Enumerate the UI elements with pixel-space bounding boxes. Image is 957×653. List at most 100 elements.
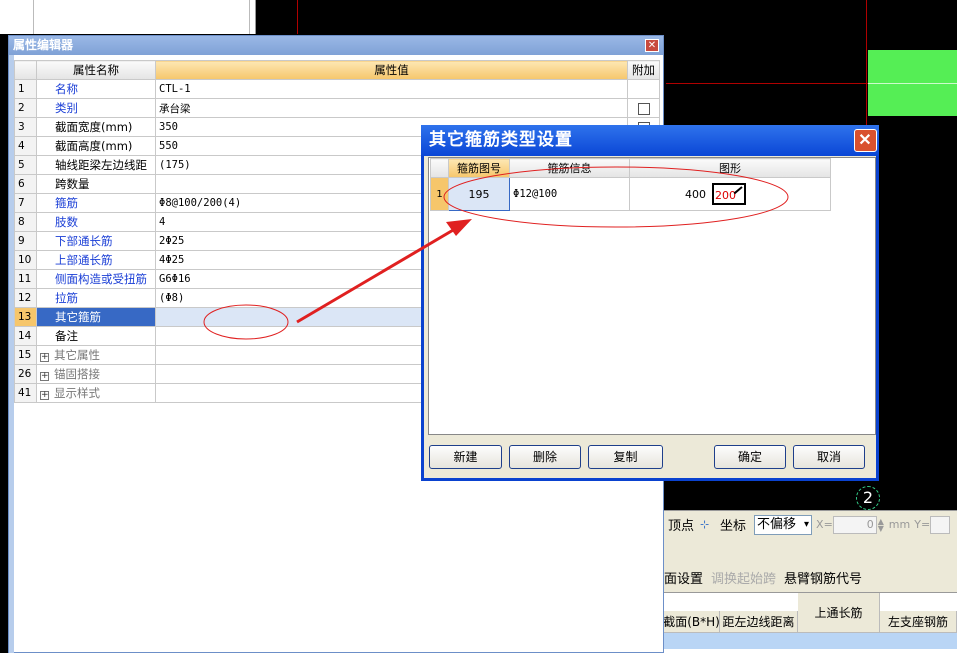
property-name-label: 其它属性	[54, 348, 100, 362]
property-editor-title-bar[interactable]: 属性编辑器 ✕	[9, 36, 663, 55]
row-index: 14	[14, 326, 37, 346]
property-value[interactable]: 承台梁	[155, 98, 628, 118]
property-name[interactable]: 跨数量	[36, 174, 156, 194]
property-name[interactable]: 下部通长筋	[36, 231, 156, 251]
add-cell	[627, 79, 660, 99]
property-name[interactable]: 截面高度(mm)	[36, 136, 156, 156]
menu-section-settings[interactable]: 面设置	[664, 568, 703, 587]
expand-icon[interactable]: +	[40, 353, 49, 362]
copy-button[interactable]: 复制	[588, 445, 663, 469]
stirrup-info-cell[interactable]: Φ12@100	[509, 177, 630, 211]
x-label: X=	[816, 518, 833, 531]
row-index: 3	[14, 117, 37, 137]
row-index: 8	[14, 212, 37, 232]
stirrup-code-cell[interactable]: 195	[448, 177, 510, 211]
property-name[interactable]: 名称	[36, 79, 156, 99]
property-name[interactable]: 拉筋	[36, 288, 156, 308]
property-name-label: 类别	[55, 101, 78, 115]
stirrup-shape-icon: 200	[712, 183, 746, 205]
menu-swap-start-span: 调换起始跨	[711, 571, 777, 587]
property-name[interactable]: 其它箍筋	[36, 307, 156, 327]
add-checkbox[interactable]	[637, 102, 650, 115]
property-name-label: 肢数	[55, 215, 78, 229]
cancel-button[interactable]: 取消	[793, 445, 865, 469]
table-row[interactable]: 1 名称 CTL-1	[14, 79, 660, 99]
property-name[interactable]: 侧面构造或受扭筋	[36, 269, 156, 289]
axis-bubble: 2	[856, 486, 880, 510]
property-value[interactable]: CTL-1	[155, 79, 628, 99]
delete-button[interactable]: 删除	[509, 445, 581, 469]
table-row[interactable]: 2 类别 承台梁	[14, 98, 660, 118]
ok-button[interactable]: 确定	[714, 445, 786, 469]
dialog-title-bar[interactable]: 其它箍筋类型设置 ✕	[421, 125, 879, 156]
property-name[interactable]: + 显示样式	[36, 383, 156, 403]
table-row[interactable]	[664, 633, 957, 649]
other-stirrup-dialog: 其它箍筋类型设置 ✕ 箍筋图号 箍筋信息 图形 1 195 Φ12@100 40…	[421, 125, 879, 481]
dialog-close-button[interactable]: ✕	[854, 129, 877, 152]
property-name[interactable]: 箍筋	[36, 193, 156, 213]
property-name-label: 侧面构造或受扭筋	[55, 272, 147, 286]
column-header: 截面(B*H)	[664, 611, 720, 633]
x-spinner[interactable]: ▲ ▼	[877, 517, 885, 532]
add-cell	[627, 98, 660, 118]
property-name-label: 轴线距梁左边线距	[55, 158, 147, 172]
property-name-label: 截面高度(mm)	[55, 139, 133, 153]
x-input[interactable]: 0	[832, 515, 877, 534]
unit-label: mm	[888, 518, 911, 531]
row-index: 6	[14, 174, 37, 194]
row-index: 26	[14, 364, 37, 384]
vertex-snap-button[interactable]: 顶点	[668, 515, 694, 534]
stirrup-grid: 箍筋图号 箍筋信息 图形 1 195 Φ12@100 400 200	[430, 158, 831, 211]
row-index: 12	[14, 288, 37, 308]
shape-dimension-inner: 200	[715, 189, 736, 202]
row-index: 4	[14, 136, 37, 156]
property-name[interactable]: + 锚固搭接	[36, 364, 156, 384]
stirrup-shape-cell[interactable]: 400 200	[629, 177, 831, 211]
table-row[interactable]: 1 195 Φ12@100 400 200	[430, 177, 831, 211]
property-name-label: 箍筋	[55, 196, 78, 210]
property-name-label: 其它箍筋	[55, 310, 101, 324]
coordinate-icon: ⊹	[700, 517, 710, 531]
lower-menu: 面设置 调换起始跨 悬臂钢筋代号	[664, 564, 957, 590]
span-grid: 截面(B*H) 距左边线距离 上通长筋 左支座钢筋	[664, 592, 957, 653]
top-left-panel	[0, 0, 256, 34]
snap-toolbar: 顶点 ⊹ 坐标 不偏移 X= 0 ▲▼ mm Y=	[664, 510, 957, 538]
dialog-title: 其它箍筋类型设置	[429, 130, 573, 150]
property-name[interactable]: 上部通长筋	[36, 250, 156, 270]
row-index: 5	[14, 155, 37, 175]
column-header-shape: 图形	[629, 158, 831, 178]
property-name[interactable]: 截面宽度(mm)	[36, 117, 156, 137]
column-header-add: 附加	[627, 60, 660, 80]
y-label: Y=	[914, 518, 931, 531]
row-index: 13	[14, 307, 37, 327]
expand-icon[interactable]: +	[40, 372, 49, 381]
property-name-label: 截面宽度(mm)	[55, 120, 133, 134]
row-index: 1	[430, 177, 449, 211]
property-name-label: 锚固搭接	[54, 367, 100, 381]
expand-icon[interactable]: +	[40, 391, 49, 400]
property-name-label: 跨数量	[55, 177, 90, 191]
row-index: 1	[14, 79, 37, 99]
row-index: 11	[14, 269, 37, 289]
column-header-info: 箍筋信息	[509, 158, 630, 178]
menu-cantilever-code[interactable]: 悬臂钢筋代号	[784, 568, 862, 587]
column-header: 距左边线距离	[720, 611, 798, 633]
stirrup-grid-area: 箍筋图号 箍筋信息 图形 1 195 Φ12@100 400 200	[428, 157, 876, 435]
property-name[interactable]: + 其它属性	[36, 345, 156, 365]
offset-select[interactable]: 不偏移	[754, 514, 813, 535]
coordinate-snap-button[interactable]: 坐标	[720, 515, 746, 534]
property-name-label: 拉筋	[55, 291, 78, 305]
property-name[interactable]: 肢数	[36, 212, 156, 232]
y-input[interactable]	[930, 515, 951, 534]
column-header: 上通长筋	[798, 593, 880, 633]
row-index: 9	[14, 231, 37, 251]
row-index: 7	[14, 193, 37, 213]
property-name[interactable]: 轴线距梁左边线距	[36, 155, 156, 175]
property-name[interactable]: 备注	[36, 326, 156, 346]
new-button[interactable]: 新建	[429, 445, 502, 469]
property-name[interactable]: 类别	[36, 98, 156, 118]
close-button[interactable]: ✕	[645, 39, 659, 52]
property-name-label: 上部通长筋	[55, 253, 113, 267]
column-header: 左支座钢筋	[880, 611, 957, 633]
column-header-name: 属性名称	[36, 60, 156, 80]
